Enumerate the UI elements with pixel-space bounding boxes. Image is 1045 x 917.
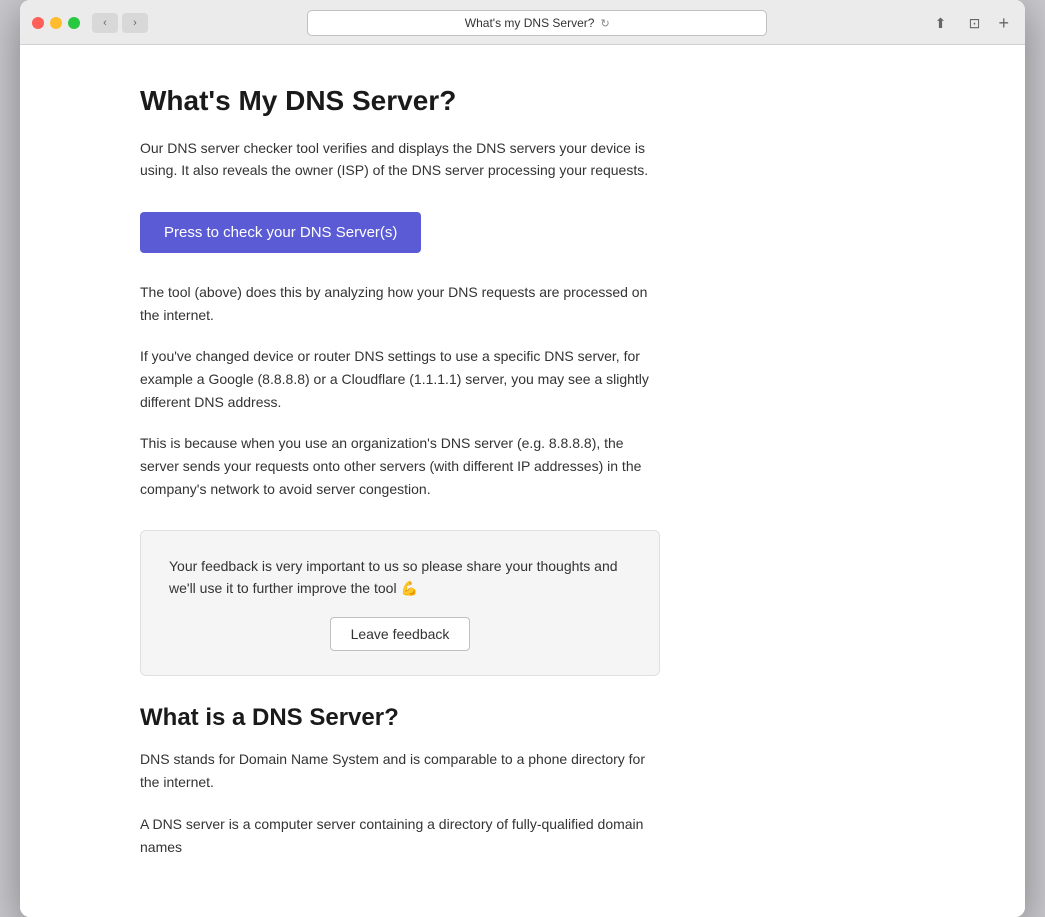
leave-feedback-button[interactable]: Leave feedback [330,617,471,651]
minimize-button[interactable] [50,17,62,29]
body-paragraph-3: This is because when you use an organiza… [140,432,660,501]
section2-title: What is a DNS Server? [140,704,905,732]
section2-body1: DNS stands for Domain Name System and is… [140,748,660,794]
share-button[interactable]: ⬆ [926,12,954,34]
url-text: What's my DNS Server? [465,16,595,30]
add-tab-button[interactable]: + [994,13,1013,34]
feedback-box: Your feedback is very important to us so… [140,530,660,677]
body-paragraph-2: If you've changed device or router DNS s… [140,345,660,414]
browser-chrome: ‹ › What's my DNS Server? ↻ ⬆ ⊡ + [20,0,1025,45]
address-bar-container: What's my DNS Server? ↻ [156,10,918,36]
address-bar[interactable]: What's my DNS Server? ↻ [307,10,767,36]
tab-button[interactable]: ⊡ [960,12,988,34]
feedback-text: Your feedback is very important to us so… [169,555,631,600]
check-dns-button[interactable]: Press to check your DNS Server(s) [140,212,421,253]
cta-container: Press to check your DNS Server(s) [140,212,905,253]
maximize-button[interactable] [68,17,80,29]
traffic-lights [32,17,80,29]
close-button[interactable] [32,17,44,29]
browser-actions: ⬆ ⊡ + [926,12,1013,34]
reload-icon[interactable]: ↻ [600,17,609,30]
browser-window: ‹ › What's my DNS Server? ↻ ⬆ ⊡ + What's… [20,0,1025,917]
nav-buttons: ‹ › [92,13,148,33]
forward-button[interactable]: › [122,13,148,33]
section2-body2: A DNS server is a computer server contai… [140,813,660,859]
body-paragraph-1: The tool (above) does this by analyzing … [140,281,660,327]
intro-paragraph: Our DNS server checker tool verifies and… [140,137,660,182]
page-title: What's My DNS Server? [140,85,905,117]
back-button[interactable]: ‹ [92,13,118,33]
page-content: What's My DNS Server? Our DNS server che… [20,45,1025,917]
